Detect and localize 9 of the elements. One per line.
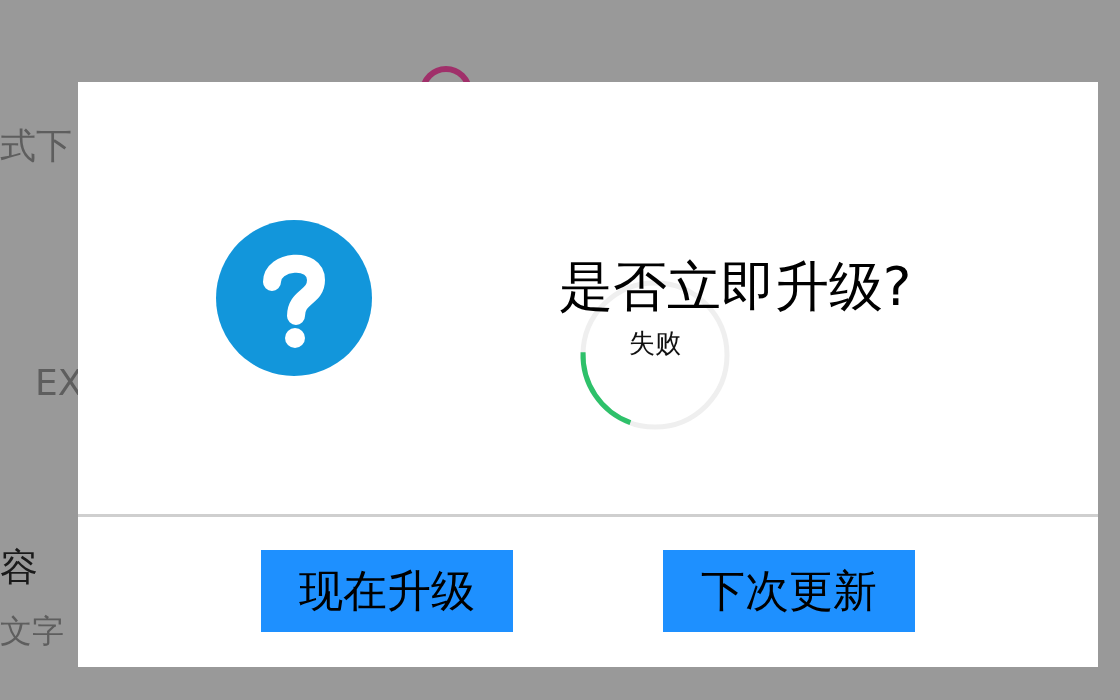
background-text: 容	[0, 548, 38, 586]
question-icon	[216, 220, 372, 376]
background-text: 式下	[0, 128, 72, 164]
background-text: EX	[35, 365, 83, 401]
dialog-title: 是否立即升级?	[558, 254, 912, 320]
progress-label: 失败	[629, 327, 681, 356]
background-text: 文字	[0, 615, 64, 647]
dialog-button[interactable]: 现在升级	[261, 550, 513, 632]
dialog-button[interactable]: 下次更新	[663, 550, 915, 632]
